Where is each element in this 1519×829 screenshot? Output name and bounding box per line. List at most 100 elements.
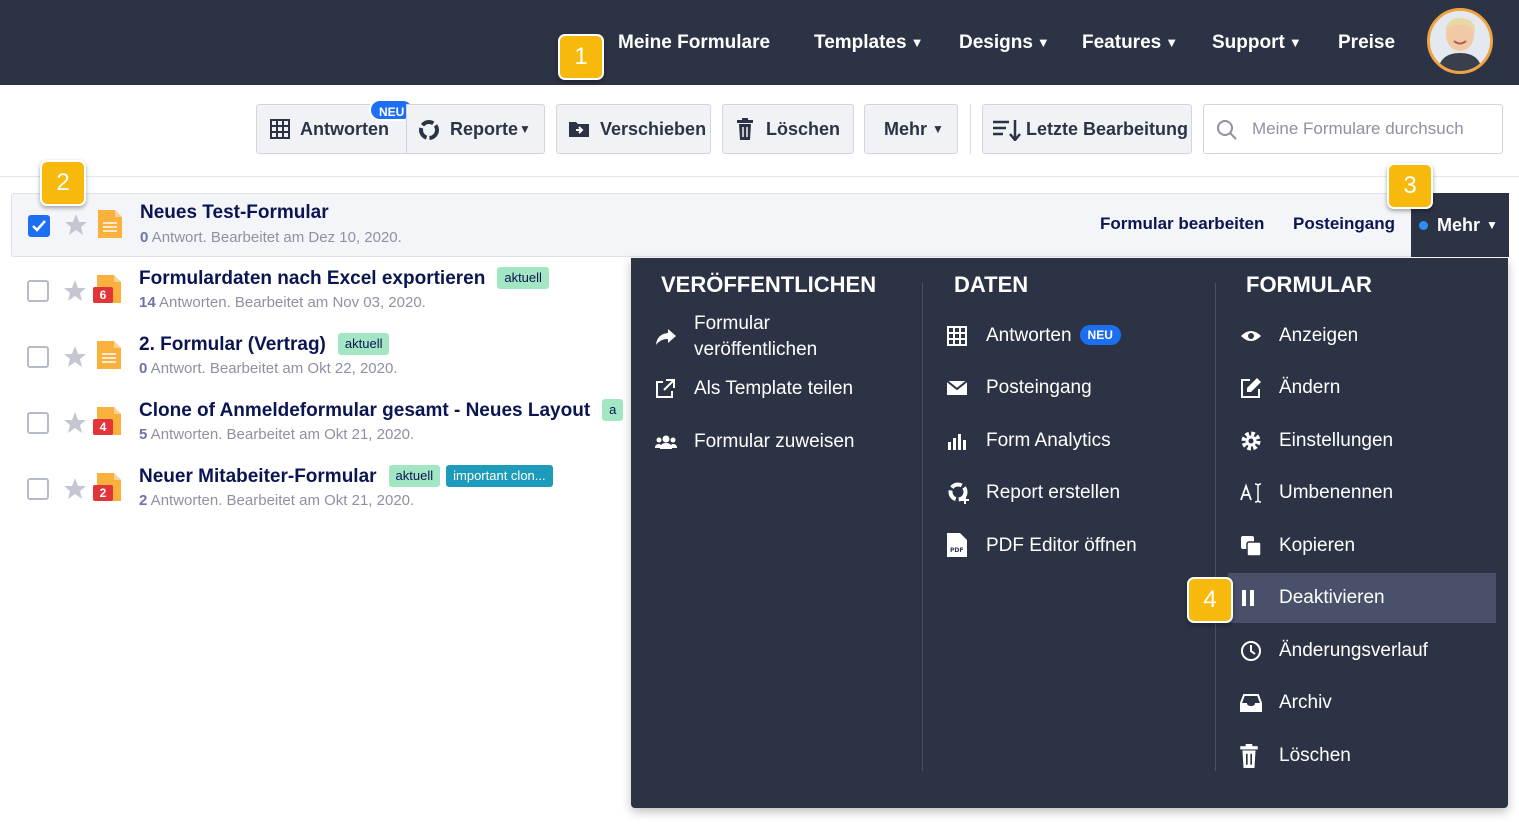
caret-down-icon: ▼ xyxy=(1288,35,1302,50)
form-document-icon xyxy=(98,210,122,238)
menu-form-analytics[interactable]: Form Analytics xyxy=(947,428,1197,454)
edit-icon xyxy=(1241,378,1261,398)
nav-preise[interactable]: Preise xyxy=(1338,30,1395,56)
menu-anzeigen[interactable]: Anzeigen xyxy=(1240,323,1490,349)
menu-formular-veroeffentlichen[interactable]: Formular veröffentlichen xyxy=(655,311,905,363)
star-icon[interactable] xyxy=(63,411,87,435)
sort-icon xyxy=(993,120,1021,141)
menu-aendern[interactable]: Ändern xyxy=(1240,375,1490,401)
submission-count-badge: 2 xyxy=(93,485,113,501)
form-title[interactable]: Formulardaten nach Excel exportieren aktu… xyxy=(139,267,549,290)
row-checkbox[interactable] xyxy=(27,478,49,500)
nav-features[interactable]: Features ▼ xyxy=(1082,30,1178,57)
gear-icon xyxy=(1241,431,1261,451)
menu-report-erstellen[interactable]: Report erstellen xyxy=(947,480,1197,506)
nav-templates[interactable]: Templates ▼ xyxy=(814,30,923,57)
nav-designs[interactable]: Designs ▼ xyxy=(959,30,1050,57)
rename-icon xyxy=(1240,483,1262,503)
form-document-icon: 2 xyxy=(93,473,121,501)
nav-support[interactable]: Support ▼ xyxy=(1212,30,1302,57)
caret-down-icon: ▼ xyxy=(1036,35,1050,50)
menu-antworten[interactable]: Antworten NEU xyxy=(947,323,1197,349)
pdf-file-icon: PDF xyxy=(947,533,967,557)
copy-icon xyxy=(1241,536,1262,557)
toolbar-separator xyxy=(970,104,971,154)
external-share-icon xyxy=(656,379,675,398)
form-meta: 14 Antworten. Bearbeitet am Nov 03, 2020… xyxy=(139,294,426,311)
toolbar-divider xyxy=(0,176,1519,177)
form-title[interactable]: 2. Formular (Vertrag) aktuell xyxy=(139,333,390,356)
row-checkbox[interactable] xyxy=(27,346,49,368)
bar-chart-icon xyxy=(948,434,966,450)
menu-archiv[interactable]: Archiv xyxy=(1240,690,1490,716)
move-folder-icon xyxy=(569,122,589,137)
tag-aktuell: a xyxy=(602,399,624,421)
menu-einstellungen[interactable]: Einstellungen xyxy=(1240,428,1490,454)
share-arrow-icon xyxy=(656,329,676,345)
mehr-toolbar-button[interactable]: Mehr ▼ xyxy=(864,104,958,154)
form-title[interactable]: Clone of Anmeldeformular gesamt - Neues … xyxy=(139,399,624,422)
menu-umbenennen[interactable]: Umbenennen xyxy=(1240,480,1490,506)
neu-badge: NEU xyxy=(1079,325,1121,345)
form-title[interactable]: Neuer Mitabeiter-Formular aktuell importan… xyxy=(139,465,553,488)
form-title[interactable]: Neues Test-Formular xyxy=(140,202,329,224)
report-icon xyxy=(419,120,439,140)
posteingang-link[interactable]: Posteingang xyxy=(1293,214,1395,234)
row-checkbox[interactable] xyxy=(27,412,49,434)
top-navigation: Meine Formulare Templates ▼ Designs ▼ Feat… xyxy=(0,0,1519,85)
table-grid-icon xyxy=(947,326,967,346)
svg-text:PDF: PDF xyxy=(950,547,963,554)
column-separator xyxy=(922,283,923,771)
row-checkbox[interactable] xyxy=(28,215,50,237)
trash-icon xyxy=(737,118,753,140)
formular-bearbeiten-link[interactable]: Formular bearbeiten xyxy=(1100,214,1264,234)
form-document-icon xyxy=(97,341,121,369)
form-meta: 0 Antwort. Bearbeitet am Okt 22, 2020. xyxy=(139,360,398,377)
pause-icon xyxy=(1242,590,1254,606)
form-row-selected[interactable]: Neues Test-Formular 0 Antwort. Bearbeite… xyxy=(11,193,1509,257)
heading-veroeffentlichen: VERÖFFENTLICHEN xyxy=(661,272,877,297)
avatar-person-icon xyxy=(1430,11,1490,71)
report-plus-icon xyxy=(948,482,969,504)
user-avatar[interactable] xyxy=(1427,8,1493,74)
callout-1: 1 xyxy=(558,34,604,80)
star-icon[interactable] xyxy=(64,213,88,237)
row-checkbox[interactable] xyxy=(27,280,49,302)
menu-formular-zuweisen[interactable]: Formular zuweisen xyxy=(655,429,905,455)
star-icon[interactable] xyxy=(63,279,87,303)
star-icon[interactable] xyxy=(63,345,87,369)
submission-count-badge: 4 xyxy=(93,419,113,435)
active-dot-icon xyxy=(1419,221,1428,230)
trash-icon xyxy=(1240,744,1258,768)
menu-deaktivieren[interactable]: Deaktivieren xyxy=(1228,573,1496,623)
menu-posteingang[interactable]: Posteingang xyxy=(947,375,1197,401)
nav-meine-formulare[interactable]: Meine Formulare xyxy=(618,30,770,56)
callout-4: 4 xyxy=(1187,577,1233,623)
menu-kopieren[interactable]: Kopieren xyxy=(1240,533,1490,559)
menu-aenderungsverlauf[interactable]: Änderungsverlauf xyxy=(1240,638,1490,664)
menu-loeschen[interactable]: Löschen xyxy=(1240,743,1490,769)
heading-formular: FORMULAR xyxy=(1246,272,1372,297)
tag-aktuell: aktuell xyxy=(497,267,549,289)
menu-als-template-teilen[interactable]: Als Template teilen xyxy=(655,376,905,402)
tag-aktuell: aktuell xyxy=(337,333,390,355)
archive-tray-icon xyxy=(1240,694,1262,712)
caret-down-icon: ▼ xyxy=(519,122,531,136)
sort-button[interactable]: Letzte Bearbeitung xyxy=(982,104,1192,154)
search-input[interactable] xyxy=(1252,105,1464,153)
search-icon xyxy=(1217,120,1237,140)
users-icon xyxy=(655,435,677,449)
search-field[interactable] xyxy=(1203,104,1503,154)
callout-2: 2 xyxy=(40,160,86,206)
column-separator xyxy=(1215,283,1216,771)
star-icon[interactable] xyxy=(63,477,87,501)
mehr-dropdown-menu: VERÖFFENTLICHEN Formular veröffentlichen… xyxy=(631,258,1508,808)
verschieben-button[interactable]: Verschieben xyxy=(556,104,711,154)
menu-pdf-editor[interactable]: PDF PDF Editor öffnen xyxy=(947,533,1197,559)
form-meta: 0 Antwort. Bearbeitet am Dez 10, 2020. xyxy=(140,229,402,246)
loeschen-button[interactable]: Löschen xyxy=(722,104,854,154)
caret-down-icon: ▼ xyxy=(932,122,944,136)
caret-down-icon: ▼ xyxy=(1165,35,1179,50)
reporte-button[interactable]: Reporte ▼ xyxy=(406,104,545,154)
eye-icon xyxy=(1241,331,1261,341)
